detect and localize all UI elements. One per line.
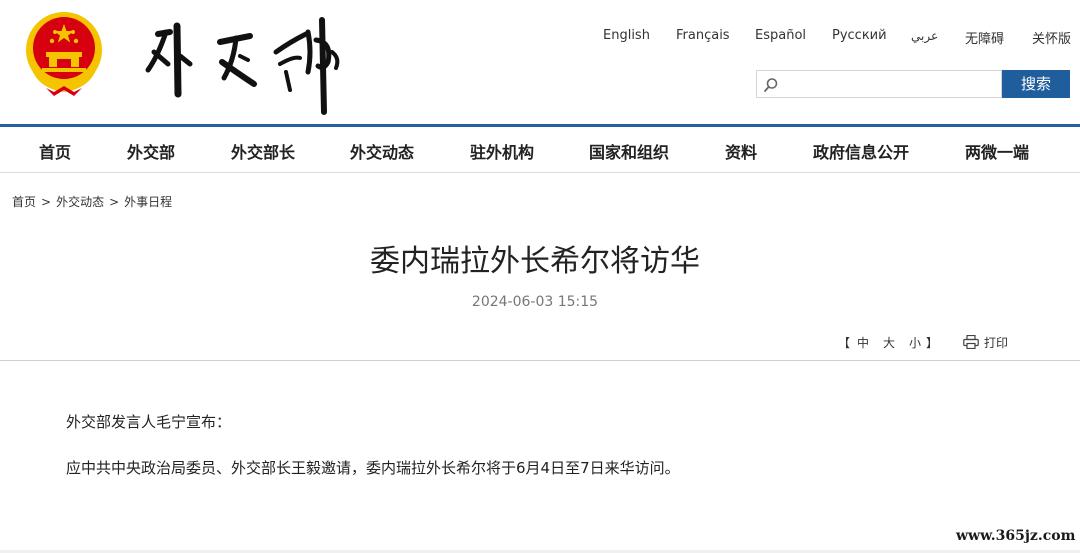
ministry-calligraphy-logo: [145, 17, 340, 115]
care-mode-link[interactable]: 关怀版: [1032, 28, 1071, 47]
search-button[interactable]: 搜索: [1002, 70, 1070, 98]
breadcrumb-separator: >: [41, 195, 52, 209]
lang-french-link[interactable]: Français: [676, 28, 730, 43]
article-date: 2024-06-03 15:15: [471, 294, 599, 310]
breadcrumb-schedule-link[interactable]: 外事日程: [124, 195, 172, 209]
nav-ministry[interactable]: 外交部: [127, 139, 175, 163]
font-size-medium-button[interactable]: 中: [857, 334, 869, 351]
search-icon: [764, 78, 778, 92]
font-size-small-button[interactable]: 小: [909, 334, 921, 351]
search-box: [756, 70, 1002, 98]
nav-missions-abroad[interactable]: 驻外机构: [470, 139, 534, 163]
print-label: 打印: [984, 336, 1009, 350]
article-title: 委内瑞拉外长希尔将访华: [370, 244, 700, 279]
lang-spanish-link[interactable]: Español: [755, 28, 806, 43]
language-bar: English Français Español Русский عربي 无障…: [580, 28, 1080, 47]
nav-government-information[interactable]: 政府信息公开: [813, 139, 909, 163]
search-input[interactable]: [783, 73, 997, 95]
nav-home[interactable]: 首页: [39, 139, 71, 163]
nav-countries-organizations[interactable]: 国家和组织: [589, 139, 669, 163]
breadcrumb-diplomatic-news-link[interactable]: 外交动态: [56, 195, 104, 209]
accessibility-link[interactable]: 无障碍: [965, 28, 1004, 47]
lang-arabic-link[interactable]: عربي: [911, 29, 938, 43]
content-divider: [0, 360, 1080, 361]
font-size-large-button[interactable]: 大: [883, 334, 895, 351]
lang-english-link[interactable]: English: [603, 28, 650, 43]
site-watermark: www.365jz.com: [956, 528, 1076, 544]
national-emblem-icon[interactable]: [22, 8, 106, 96]
breadcrumb: 首页 > 外交动态 > 外事日程: [12, 193, 172, 210]
lang-russian-link[interactable]: Русский: [832, 28, 887, 43]
nav-diplomatic-news[interactable]: 外交动态: [350, 139, 414, 163]
nav-social-platforms[interactable]: 两微一端: [965, 139, 1029, 163]
breadcrumb-separator: >: [109, 195, 120, 209]
nav-resources[interactable]: 资料: [725, 139, 757, 163]
breadcrumb-home-link[interactable]: 首页: [12, 195, 36, 209]
nav-minister[interactable]: 外交部长: [231, 139, 295, 163]
main-nav: 首页 外交部 外交部长 外交动态 驻外机构 国家和组织 资料 政府信息公开 两微…: [0, 127, 1080, 173]
printer-icon: [963, 335, 979, 349]
font-size-bracket-open: 【: [838, 336, 851, 350]
article-paragraph: 应中共中央政治局委员、外交部长王毅邀请，委内瑞拉外长希尔将于6月4日至7日来华访…: [66, 459, 680, 477]
site-header: English Français Español Русский عربي 无障…: [0, 0, 1080, 124]
font-size-bracket-close: 】: [926, 336, 939, 350]
article-paragraph: 外交部发言人毛宁宣布：: [66, 413, 232, 431]
